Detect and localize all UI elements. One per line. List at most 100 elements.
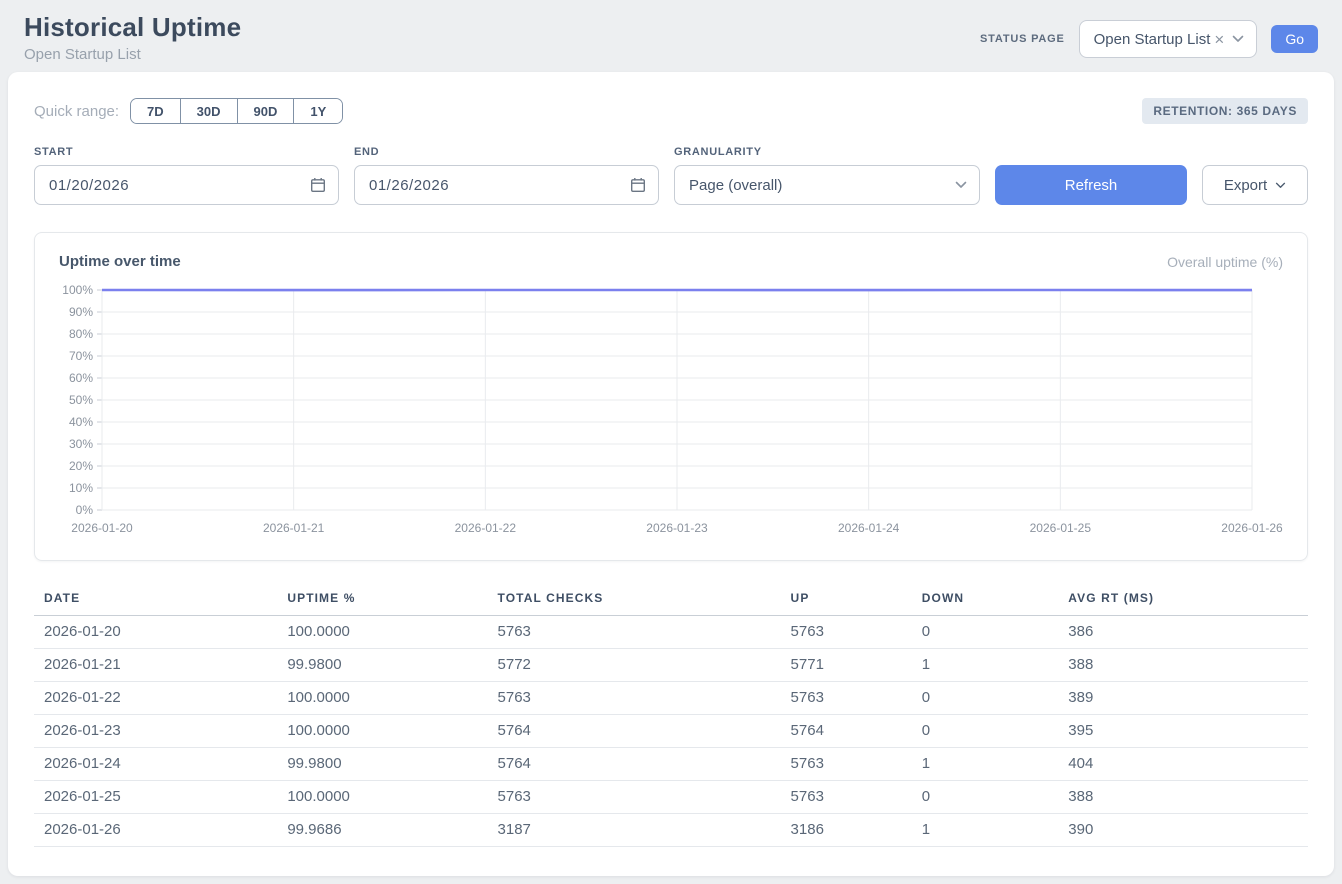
svg-text:2026-01-23: 2026-01-23 (646, 521, 708, 535)
cell-down: 1 (912, 814, 1059, 847)
uptime-chart-card: Uptime over time Overall uptime (%) 0%10… (34, 232, 1308, 561)
granularity-selected-value: Page (overall) (689, 177, 782, 194)
header-controls: STATUS PAGE Open Startup List × Go (980, 20, 1318, 58)
end-date-value: 01/26/2026 (369, 177, 449, 194)
cell-uptime: 100.0000 (277, 682, 487, 715)
chevron-down-icon (1232, 35, 1244, 43)
cell-avg-rt: 386 (1058, 616, 1308, 649)
start-date-input[interactable]: 01/20/2026 (34, 165, 339, 205)
cell-down: 1 (912, 649, 1059, 682)
export-button[interactable]: Export (1202, 165, 1308, 205)
cell-uptime: 99.9800 (277, 748, 487, 781)
cell-total-checks: 5764 (488, 715, 781, 748)
col-header-avg-rt: AVG RT (MS) (1058, 587, 1308, 616)
clear-icon[interactable]: × (1214, 31, 1224, 48)
uptime-line-chart: 0%10%20%30%40%50%60%70%80%90%100%2026-01… (59, 282, 1283, 542)
cell-uptime: 99.9686 (277, 814, 487, 847)
main-panel: Quick range: 7D 30D 90D 1Y RETENTION: 36… (8, 72, 1334, 876)
page-title: Historical Uptime (24, 12, 241, 43)
cell-avg-rt: 404 (1058, 748, 1308, 781)
chart-y-axis-labels: 0%10%20%30%40%50%60%70%80%90%100% (62, 283, 93, 517)
filters-row: START 01/20/2026 END 01/26/2026 GRANULAR… (34, 146, 1308, 205)
calendar-icon[interactable] (310, 177, 326, 193)
quick-range-90d-button[interactable]: 90D (238, 99, 295, 123)
col-header-up: UP (781, 587, 912, 616)
svg-text:2026-01-21: 2026-01-21 (263, 521, 325, 535)
cell-up: 3186 (781, 814, 912, 847)
chart-grid (97, 290, 1252, 510)
cell-uptime: 100.0000 (277, 616, 487, 649)
refresh-button[interactable]: Refresh (995, 165, 1187, 205)
cell-date: 2026-01-25 (34, 781, 277, 814)
svg-text:80%: 80% (69, 327, 93, 341)
cell-date: 2026-01-22 (34, 682, 277, 715)
cell-uptime: 100.0000 (277, 715, 487, 748)
cell-uptime: 100.0000 (277, 781, 487, 814)
cell-avg-rt: 388 (1058, 781, 1308, 814)
cell-up: 5771 (781, 649, 912, 682)
cell-avg-rt: 390 (1058, 814, 1308, 847)
quick-range-row: Quick range: 7D 30D 90D 1Y RETENTION: 36… (34, 98, 1308, 124)
start-date-field: START 01/20/2026 (34, 146, 339, 205)
table-row: 2026-01-25 100.0000 5763 5763 0 388 (34, 781, 1308, 814)
granularity-label: GRANULARITY (674, 146, 980, 158)
cell-up: 5764 (781, 715, 912, 748)
status-page-selected-value: Open Startup List (1094, 31, 1211, 48)
svg-text:50%: 50% (69, 393, 93, 407)
status-page-select[interactable]: Open Startup List × (1079, 20, 1258, 58)
cell-total-checks: 3187 (488, 814, 781, 847)
svg-text:2026-01-24: 2026-01-24 (838, 521, 900, 535)
cell-total-checks: 5763 (488, 616, 781, 649)
col-header-total-checks: TOTAL CHECKS (488, 587, 781, 616)
cell-down: 0 (912, 616, 1059, 649)
chevron-down-icon (955, 181, 967, 189)
cell-total-checks: 5772 (488, 649, 781, 682)
quick-range-group: Quick range: 7D 30D 90D 1Y (34, 98, 343, 124)
svg-text:2026-01-22: 2026-01-22 (455, 521, 517, 535)
retention-badge: RETENTION: 365 DAYS (1142, 98, 1308, 124)
end-date-input[interactable]: 01/26/2026 (354, 165, 659, 205)
cell-down: 0 (912, 781, 1059, 814)
chart-title: Uptime over time (59, 253, 181, 270)
svg-text:2026-01-26: 2026-01-26 (1221, 521, 1283, 535)
end-date-field: END 01/26/2026 (354, 146, 659, 205)
svg-text:2026-01-20: 2026-01-20 (71, 521, 133, 535)
uptime-table: DATE UPTIME % TOTAL CHECKS UP DOWN AVG R… (34, 587, 1308, 847)
calendar-icon[interactable] (630, 177, 646, 193)
quick-range-7d-button[interactable]: 7D (131, 99, 181, 123)
table-header-row: DATE UPTIME % TOTAL CHECKS UP DOWN AVG R… (34, 587, 1308, 616)
svg-text:40%: 40% (69, 415, 93, 429)
cell-up: 5763 (781, 748, 912, 781)
cell-uptime: 99.9800 (277, 649, 487, 682)
start-date-label: START (34, 146, 339, 158)
start-date-value: 01/20/2026 (49, 177, 129, 194)
cell-avg-rt: 395 (1058, 715, 1308, 748)
cell-date: 2026-01-21 (34, 649, 277, 682)
quick-range-buttons: 7D 30D 90D 1Y (130, 98, 343, 124)
cell-date: 2026-01-24 (34, 748, 277, 781)
chart-legend: Overall uptime (%) (1167, 254, 1283, 270)
svg-text:70%: 70% (69, 349, 93, 363)
cell-up: 5763 (781, 781, 912, 814)
table-row: 2026-01-23 100.0000 5764 5764 0 395 (34, 715, 1308, 748)
end-date-label: END (354, 146, 659, 158)
svg-text:20%: 20% (69, 459, 93, 473)
export-button-label: Export (1224, 177, 1267, 194)
cell-up: 5763 (781, 682, 912, 715)
cell-date: 2026-01-23 (34, 715, 277, 748)
svg-text:60%: 60% (69, 371, 93, 385)
cell-avg-rt: 389 (1058, 682, 1308, 715)
cell-down: 0 (912, 682, 1059, 715)
granularity-field: GRANULARITY Page (overall) (674, 146, 980, 205)
top-header: Historical Uptime Open Startup List STAT… (0, 0, 1342, 72)
cell-total-checks: 5763 (488, 682, 781, 715)
granularity-select[interactable]: Page (overall) (674, 165, 980, 205)
table-row: 2026-01-26 99.9686 3187 3186 1 390 (34, 814, 1308, 847)
quick-range-1y-button[interactable]: 1Y (294, 99, 342, 123)
title-block: Historical Uptime Open Startup List (24, 12, 241, 63)
chevron-down-icon (1275, 182, 1286, 189)
quick-range-30d-button[interactable]: 30D (181, 99, 238, 123)
cell-date: 2026-01-20 (34, 616, 277, 649)
svg-text:30%: 30% (69, 437, 93, 451)
go-button[interactable]: Go (1271, 25, 1318, 53)
